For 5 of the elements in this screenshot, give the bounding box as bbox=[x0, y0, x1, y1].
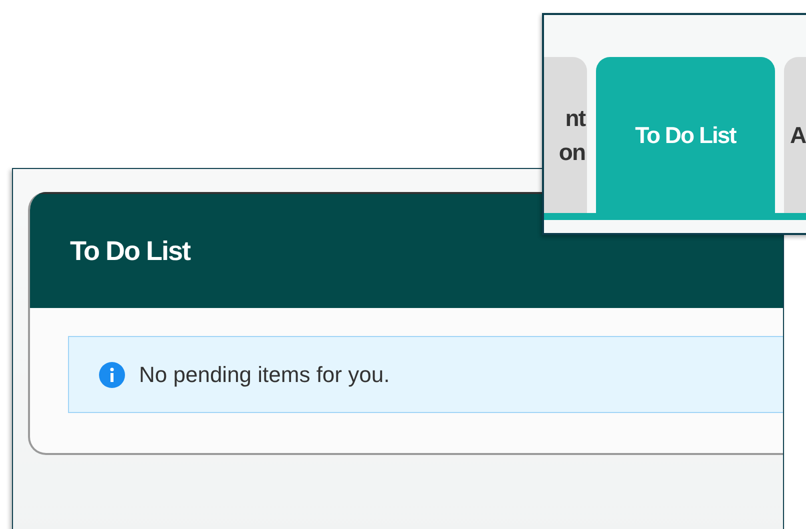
info-icon bbox=[99, 362, 125, 388]
tab[interactable]: A bbox=[784, 57, 806, 213]
alert-message: No pending items for you. bbox=[139, 362, 390, 388]
tab[interactable]: nt on bbox=[544, 57, 587, 213]
card-title: To Do List bbox=[70, 236, 190, 266]
